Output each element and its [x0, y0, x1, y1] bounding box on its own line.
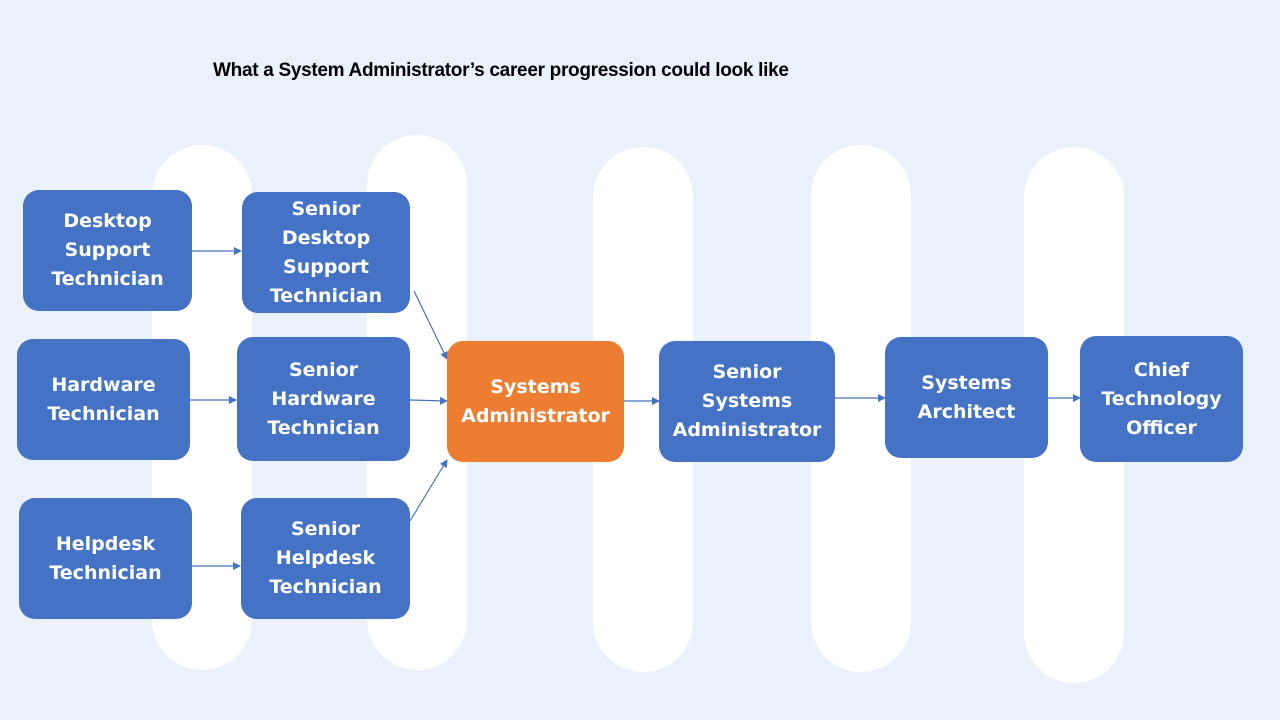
node-senior-desktop-support-technician: Senior Desktop Support Technician	[242, 192, 410, 313]
node-chief-technology-officer: Chief Technology Officer	[1080, 336, 1243, 462]
node-senior-hardware-technician: Senior Hardware Technician	[237, 337, 410, 461]
node-systems-administrator: Systems Administrator	[447, 341, 624, 462]
node-helpdesk-technician: Helpdesk Technician	[19, 498, 192, 619]
node-senior-helpdesk-technician: Senior Helpdesk Technician	[241, 498, 410, 619]
node-desktop-support-technician: Desktop Support Technician	[23, 190, 192, 311]
node-systems-architect: Systems Architect	[885, 337, 1048, 458]
diagram-title: What a System Administrator’s career pro…	[213, 60, 789, 81]
node-hardware-technician: Hardware Technician	[17, 339, 190, 460]
node-senior-systems-administrator: Senior Systems Administrator	[659, 341, 835, 462]
